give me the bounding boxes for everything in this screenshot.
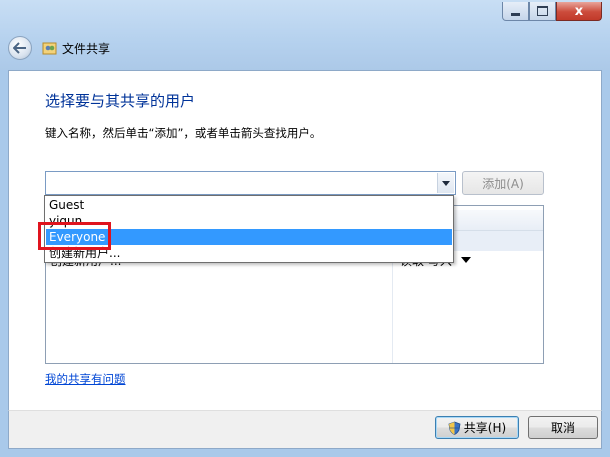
window-title: 文件共享 (62, 41, 111, 56)
chevron-down-icon (442, 180, 450, 186)
title-bar: x 文件共享 (0, 0, 610, 70)
cancel-button[interactable]: 取消 (528, 416, 598, 439)
page-heading: 选择要与其共享的用户 (45, 92, 196, 110)
maximize-button[interactable] (529, 2, 556, 21)
user-name-combobox[interactable] (45, 171, 456, 195)
dropdown-item-guest[interactable]: Guest (46, 197, 452, 213)
minimize-button[interactable] (502, 2, 529, 21)
back-arrow-icon (13, 42, 26, 54)
minimize-icon (511, 12, 520, 16)
file-sharing-window: x 文件共享 选择要与其共享的用户 键入名称，然后单击“添加”，或者单击箭头查找… (0, 0, 610, 457)
maximize-icon (537, 6, 548, 16)
add-button[interactable]: 添加(A) (462, 171, 544, 195)
shield-icon (448, 421, 461, 435)
sharing-help-link[interactable]: 我的共享有问题 (45, 371, 126, 387)
watermark: KMS (378, 377, 459, 412)
close-button[interactable]: x (556, 2, 602, 21)
close-icon: x (574, 3, 584, 19)
navigation-bar: 文件共享 (8, 34, 110, 62)
file-sharing-icon (42, 42, 57, 55)
permission-dropdown-icon[interactable] (461, 257, 471, 263)
share-button[interactable]: 共享(H) (435, 416, 519, 439)
combobox-dropdown-button[interactable] (437, 173, 454, 193)
back-button[interactable] (8, 36, 32, 60)
dialog-footer: 共享(H) 取消 (8, 410, 602, 449)
caption-buttons: x (502, 2, 602, 22)
instruction-text: 键入名称，然后单击“添加”，或者单击箭头查找用户。 (45, 126, 322, 140)
share-button-label: 共享(H) (463, 421, 507, 435)
annotation-highlight-box (38, 222, 111, 250)
